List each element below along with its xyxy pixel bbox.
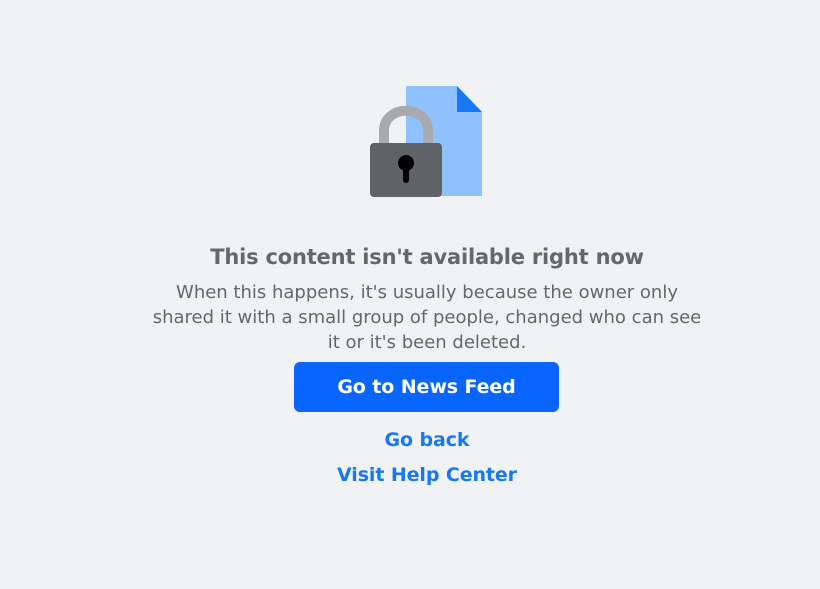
go-to-news-feed-button[interactable]: Go to News Feed bbox=[294, 362, 559, 412]
keyhole-stem-icon bbox=[403, 168, 409, 183]
document-fold-icon bbox=[457, 86, 482, 112]
content-unavailable-description: When this happens, it's usually because … bbox=[152, 282, 702, 353]
go-back-link[interactable]: Go back bbox=[310, 426, 544, 454]
page-title: This content isn't available right now bbox=[210, 245, 644, 270]
visit-help-center-link[interactable]: Visit Help Center bbox=[310, 461, 544, 489]
content-unavailable-page: This content isn't available right now W… bbox=[0, 0, 820, 589]
lock-document-icon bbox=[370, 86, 482, 197]
